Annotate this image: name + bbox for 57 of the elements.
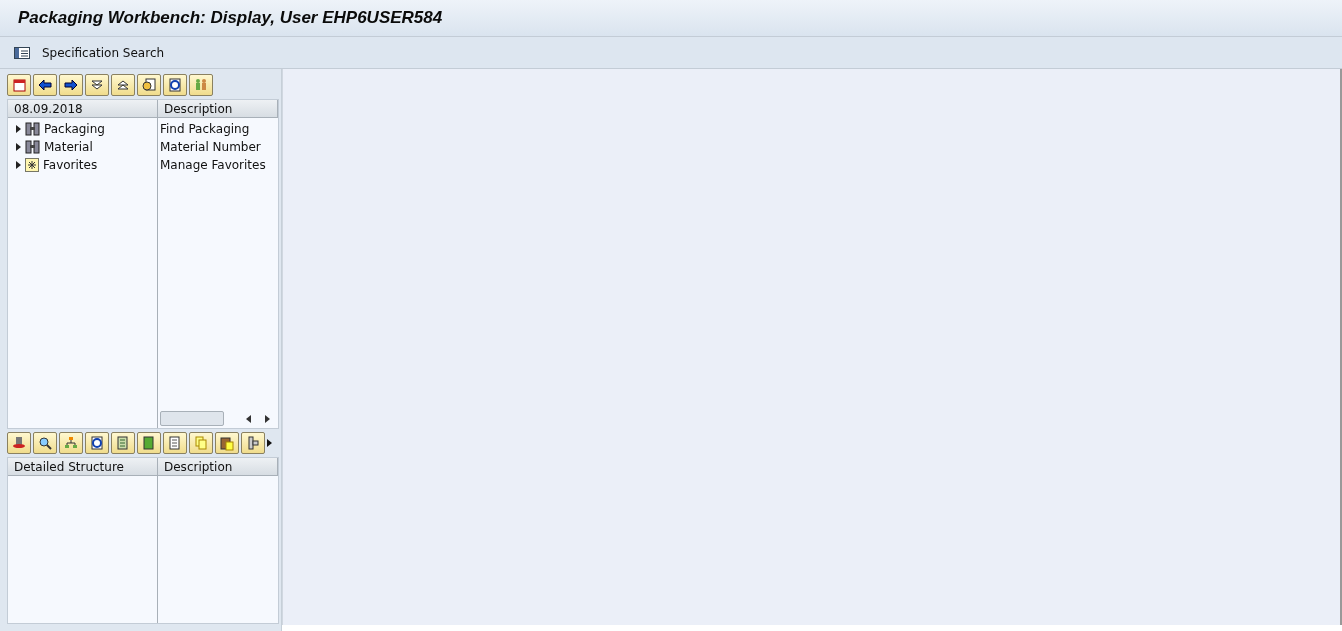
expand-icon[interactable] [16, 161, 21, 169]
left-arrow-button[interactable] [33, 74, 57, 96]
scroll-right-icon[interactable] [265, 414, 270, 423]
refresh-icon [167, 77, 183, 93]
expand-all-button[interactable] [85, 74, 109, 96]
hat-button[interactable] [7, 432, 31, 454]
people-icon [193, 77, 209, 93]
copy-icon [193, 435, 209, 451]
expand-icon[interactable] [16, 125, 21, 133]
description-cell-text: Find Packaging [159, 121, 251, 138]
people-button[interactable] [189, 74, 213, 96]
paste-button[interactable] [215, 432, 239, 454]
window-title: Packaging Workbench: Display, User EHP6USER584 [18, 8, 443, 28]
pipe-icon [245, 435, 261, 451]
document-button[interactable] [163, 432, 187, 454]
hierarchy-icon [63, 435, 79, 451]
column-header: Description [158, 458, 278, 476]
column-header: Detailed Structure [8, 458, 158, 476]
binoculars-icon [25, 140, 40, 154]
description-cell-text: Material Number [159, 139, 262, 156]
binoculars-icon [25, 122, 40, 136]
filled-document-button[interactable] [137, 432, 161, 454]
hat-icon [11, 435, 27, 451]
calendar-icon [11, 77, 27, 93]
more-icon[interactable] [267, 439, 272, 447]
refresh-button[interactable] [85, 432, 109, 454]
collapse-all-button[interactable] [111, 74, 135, 96]
paste-icon [219, 435, 235, 451]
expand-icon[interactable] [16, 143, 21, 151]
document-face-button[interactable] [137, 74, 161, 96]
copy-button[interactable] [189, 432, 213, 454]
column-header: Description [158, 100, 278, 118]
specification-search-button[interactable]: Specification Search [14, 45, 165, 60]
list-document-icon [115, 435, 131, 451]
filled-document-icon [141, 435, 157, 451]
document-icon [167, 435, 183, 451]
magnifier-icon [37, 435, 53, 451]
document-face-icon [141, 77, 157, 93]
description-cell-text: Manage Favorites [159, 157, 267, 174]
refresh-button[interactable] [163, 74, 187, 96]
tree-node[interactable]: Material [44, 140, 93, 154]
asterisk-icon [25, 158, 39, 172]
tree-node[interactable]: Packaging [44, 122, 105, 136]
scrollbar-thumb[interactable] [160, 411, 224, 426]
list-icon [14, 46, 30, 59]
pipe-button[interactable] [241, 432, 265, 454]
right-arrow-icon [63, 77, 79, 93]
magnifier-button[interactable] [33, 432, 57, 454]
list-document-button[interactable] [111, 432, 135, 454]
hierarchy-button[interactable] [59, 432, 83, 454]
refresh-icon [89, 435, 105, 451]
calendar-button[interactable] [7, 74, 31, 96]
left-arrow-icon [37, 77, 53, 93]
scroll-left-icon[interactable] [246, 414, 251, 423]
column-header: 08.09.2018 [8, 100, 158, 118]
right-arrow-button[interactable] [59, 74, 83, 96]
tree-node[interactable]: Favorites [43, 158, 98, 172]
